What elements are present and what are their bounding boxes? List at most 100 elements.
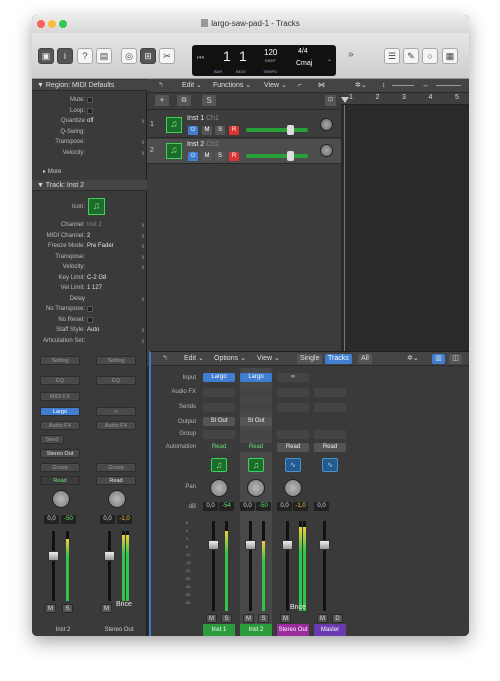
track-name[interactable]: Inst 2 Ch2	[187, 141, 219, 148]
vertical-zoom-icon[interactable]: ↕	[382, 79, 386, 93]
up-down-arrows-icon[interactable]: ⇕	[141, 326, 145, 336]
param-row[interactable]: No Transpose:	[32, 304, 147, 314]
chevron-down-icon[interactable]: ⌄	[327, 56, 332, 63]
pan-knob[interactable]	[284, 479, 302, 497]
editors-icon[interactable]: ✂	[159, 48, 175, 64]
playhead-icon[interactable]	[341, 97, 349, 103]
solo-button[interactable]: S	[215, 152, 225, 161]
param-checkbox[interactable]	[87, 306, 93, 312]
power-icon[interactable]: ⏻	[188, 152, 198, 161]
record-button[interactable]: R	[229, 126, 239, 135]
add-track-icon[interactable]: +	[155, 95, 169, 106]
single-button[interactable]: Single	[297, 354, 323, 364]
inspector-icon[interactable]: i	[57, 48, 73, 64]
group-slot[interactable]	[203, 430, 235, 439]
mute-button[interactable]: M	[243, 614, 254, 623]
volume-fader[interactable]	[245, 540, 256, 550]
channel-name[interactable]: Stereo Out	[277, 624, 309, 636]
channel-name[interactable]: Inst 2	[240, 624, 272, 636]
zoom-window-button[interactable]	[59, 20, 67, 28]
keyboard-instrument-icon[interactable]: ♫	[88, 198, 105, 215]
wide-view-icon[interactable]: ▥	[432, 354, 445, 364]
horizontal-zoom-icon[interactable]: ↔	[422, 79, 429, 93]
param-row[interactable]: Transpose: ⇕	[32, 137, 147, 147]
edit-menu[interactable]: Edit ⌄	[184, 352, 204, 366]
link-icon[interactable]: ∞	[96, 407, 136, 416]
solo-button[interactable]: S	[62, 604, 73, 613]
horizontal-zoom-slider[interactable]	[436, 85, 461, 86]
input-button[interactable]: Largo	[240, 373, 272, 382]
volume-fader-track[interactable]	[52, 531, 55, 601]
volume-slider-handle[interactable]	[286, 125, 294, 135]
track-header[interactable]: ▼ Track: Inst 2	[32, 180, 147, 191]
param-checkbox[interactable]	[87, 107, 93, 114]
eq-button[interactable]: EQ	[40, 376, 80, 385]
up-down-arrows-icon[interactable]: ⇕	[141, 295, 145, 305]
volume-fader[interactable]	[282, 540, 293, 550]
volume-value[interactable]: 0,0	[314, 502, 329, 511]
param-value[interactable]: off	[87, 116, 94, 126]
pan-knob[interactable]	[108, 490, 126, 508]
volume-value[interactable]: 0,0	[44, 515, 59, 524]
loop-browser-icon[interactable]: ○	[422, 48, 438, 64]
setting-button[interactable]: Setting	[40, 356, 80, 365]
param-row[interactable]: Mute:	[32, 95, 147, 105]
gear-icon[interactable]: ✲⌄	[355, 79, 367, 93]
arrange-area[interactable]: 1 2 3 4 5	[341, 93, 469, 366]
close-window-button[interactable]	[37, 20, 45, 28]
send-button[interactable]: Send	[40, 435, 64, 444]
volume-slider[interactable]	[246, 125, 308, 135]
up-down-arrows-icon[interactable]: ⇕	[141, 117, 145, 127]
automation-read-button[interactable]: Read	[240, 443, 272, 452]
volume-value[interactable]: 0,0	[100, 515, 115, 524]
param-row[interactable]: Key Limit: C-2 G8	[32, 273, 147, 283]
library-icon[interactable]: ▣	[38, 48, 54, 64]
waveform-icon[interactable]: ∿	[322, 458, 338, 472]
up-down-arrows-icon[interactable]: ⇕	[141, 253, 145, 263]
volume-fader-track[interactable]	[286, 521, 289, 611]
volume-value[interactable]: 0,0	[277, 502, 292, 511]
volume-slider-handle[interactable]	[286, 151, 294, 161]
toolbar-icon[interactable]: ▤	[96, 48, 112, 64]
browser-icon[interactable]: ▦	[442, 48, 458, 64]
param-row[interactable]: Quantize off ⇕	[32, 116, 147, 126]
back-arrow-icon[interactable]: ↰	[158, 79, 164, 93]
volume-fader-track[interactable]	[108, 531, 111, 601]
mute-button[interactable]: M	[317, 614, 328, 623]
help-icon[interactable]: ?	[77, 48, 93, 64]
link-icon[interactable]: ∞	[277, 373, 309, 382]
param-row[interactable]: Velocity: ⇕	[32, 148, 147, 158]
param-value[interactable]: Pre Fader	[87, 241, 114, 251]
send-slot[interactable]	[203, 403, 235, 412]
audio-fx-slot[interactable]	[277, 388, 309, 397]
volume-slider[interactable]	[246, 151, 308, 161]
send-slot[interactable]	[240, 403, 272, 412]
waveform-icon[interactable]: ∿	[285, 458, 301, 472]
volume-value[interactable]: 0,0	[203, 502, 218, 511]
options-menu[interactable]: Options ⌄	[214, 352, 246, 366]
param-value[interactable]: Auto	[87, 325, 99, 335]
output-button[interactable]: St Out	[203, 417, 235, 426]
param-row[interactable]: Staff Style: Auto ⇕	[32, 325, 147, 335]
param-row[interactable]: Freeze Mode: Pre Fader ⇕	[32, 241, 147, 251]
keyboard-instrument-icon[interactable]: ♫	[248, 458, 264, 472]
volume-fader-track[interactable]	[249, 521, 252, 611]
midi-fx-button[interactable]: MIDI FX	[40, 392, 80, 401]
record-button[interactable]: R	[229, 152, 239, 161]
mute-button[interactable]: M	[202, 126, 212, 135]
output-button[interactable]: St Out	[240, 417, 272, 426]
automation-read-button[interactable]: Read	[314, 443, 346, 452]
param-value[interactable]: 2	[87, 231, 90, 241]
power-icon[interactable]: ⏻	[188, 126, 198, 135]
solo-button[interactable]: S	[258, 614, 269, 623]
keyboard-instrument-icon[interactable]: ♫	[211, 458, 227, 472]
pan-knob[interactable]	[320, 144, 333, 157]
automation-read-button[interactable]: Read	[203, 443, 235, 452]
audio-fx-slot[interactable]	[203, 388, 235, 397]
param-row[interactable]: Vel Limit: 1 127	[32, 283, 147, 293]
view-menu[interactable]: View ⌄	[257, 352, 280, 366]
mute-button[interactable]: M	[206, 614, 217, 623]
tracks-button[interactable]: Tracks	[325, 354, 352, 364]
eq-button[interactable]: EQ	[96, 376, 136, 385]
solo-button[interactable]: S	[215, 126, 225, 135]
